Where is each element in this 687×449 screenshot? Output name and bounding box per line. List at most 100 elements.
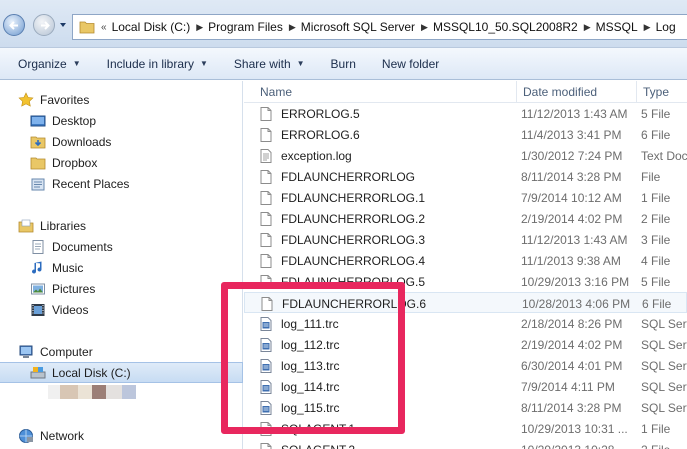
chevron-right-icon: ▶ — [288, 21, 296, 32]
forward-button[interactable] — [33, 14, 55, 36]
nav-computer[interactable]: Computer — [0, 341, 243, 362]
file-icon — [258, 442, 281, 449]
file-type-cell: 6 File — [641, 127, 671, 142]
new-folder-button[interactable]: New folder — [369, 48, 452, 79]
file-type-cell: 2 File — [641, 211, 671, 226]
nav-downloads[interactable]: Downloads — [0, 131, 243, 152]
file-type-cell: 2 File — [641, 439, 687, 449]
command-toolbar: Organize ▼ Include in library ▼ Share with… — [0, 48, 687, 80]
organize-button[interactable]: Organize ▼ — [0, 48, 94, 79]
breadcrumb-local-disk[interactable]: Local Disk (C:) ▶ — [112, 15, 209, 39]
file-icon — [258, 253, 281, 269]
file-date-cell: 2/19/2014 4:02 PM — [521, 211, 623, 226]
file-icon — [258, 190, 281, 206]
address-breadcrumb[interactable]: « Local Disk (C:) ▶ Program Files ▶ Micros… — [72, 14, 687, 40]
libraries-icon — [18, 219, 34, 232]
redacted-drives — [48, 385, 136, 399]
file-date-cell: 11/12/2013 1:43 AM — [521, 232, 628, 247]
file-row[interactable]: ERRORLOG.6 11/4/2013 3:41 PM 6 File — [244, 124, 687, 145]
nav-videos[interactable]: Videos — [0, 299, 243, 320]
file-row[interactable]: ERRORLOG.5 11/12/2013 1:43 AM 5 File — [244, 103, 687, 124]
nav-dropbox[interactable]: Dropbox — [0, 152, 243, 173]
file-type-cell: SQL Serv — [641, 358, 687, 373]
breadcrumb-instance[interactable]: MSSQL10_50.SQL2008R2 ▶ — [433, 15, 596, 39]
chevron-right-icon: ▶ — [583, 21, 591, 32]
share-with-button[interactable]: Share with ▼ — [221, 48, 318, 79]
nav-libraries[interactable]: Libraries — [0, 215, 243, 236]
dropdown-arrow-icon: ▼ — [72, 59, 81, 68]
file-name-cell: ERRORLOG.5 — [258, 103, 516, 124]
file-row[interactable]: SQLAGENT.2 10/29/2013 10:28 ...2 File — [244, 439, 687, 449]
chevron-right-icon: ▶ — [643, 21, 651, 32]
file-type-cell: SQL Serv — [641, 337, 687, 352]
text-doc-icon — [258, 148, 281, 164]
file-date-cell: 10/28/2013 4:06 PM — [522, 296, 631, 311]
downloads-folder-icon — [30, 136, 46, 148]
file-name-cell: FDLAUNCHERRORLOG.4 — [258, 250, 516, 271]
file-icon — [258, 169, 281, 185]
file-date-cell: 7/9/2014 10:12 AM — [521, 190, 622, 205]
include-in-library-button[interactable]: Include in library ▼ — [94, 48, 221, 79]
file-name-cell: FDLAUNCHERRORLOG.2 — [258, 208, 516, 229]
breadcrumb-log[interactable]: Log — [656, 15, 676, 39]
dropdown-arrow-icon: ▼ — [296, 59, 305, 68]
nav-recent-places[interactable]: Recent Places — [0, 173, 243, 194]
documents-icon — [32, 239, 44, 254]
file-date-cell: 11/1/2013 9:38 AM — [521, 253, 621, 268]
address-bar-area: « Local Disk (C:) ▶ Program Files ▶ Micros… — [0, 0, 687, 48]
back-button[interactable] — [3, 14, 25, 36]
dropdown-arrow-icon: ▼ — [200, 59, 208, 68]
file-row[interactable]: FDLAUNCHERRORLOG 8/11/2014 3:28 PM File — [244, 166, 687, 187]
chevron-right-icon: ▶ — [196, 21, 204, 32]
desktop-icon — [30, 115, 46, 126]
file-name-cell: FDLAUNCHERRORLOG — [258, 166, 516, 187]
recent-pages-dropdown-icon[interactable] — [58, 20, 68, 30]
file-date-cell: 1/30/2012 7:24 PM — [521, 148, 623, 163]
file-type-cell: 1 File — [641, 421, 671, 436]
file-type-cell: SQL Serv — [641, 400, 687, 415]
file-date-cell: 8/11/2014 3:28 PM — [521, 400, 622, 415]
breadcrumb-microsoft-sql-server[interactable]: Microsoft SQL Server ▶ — [301, 15, 433, 39]
nav-desktop[interactable]: Desktop — [0, 110, 243, 131]
file-date-cell: 2/18/2014 8:26 PM — [521, 316, 623, 331]
breadcrumb-mssql[interactable]: MSSQL ▶ — [596, 15, 656, 39]
folder-icon — [30, 157, 46, 169]
file-row[interactable]: FDLAUNCHERRORLOG.4 11/1/2013 9:38 AM 4 Fil… — [244, 250, 687, 271]
burn-button[interactable]: Burn — [318, 48, 369, 79]
nav-pictures[interactable]: Pictures — [0, 278, 243, 299]
chevron-right-icon: ▶ — [421, 21, 428, 32]
breadcrumb-overflow[interactable]: « — [95, 15, 112, 39]
file-name-cell: FDLAUNCHERRORLOG.1 — [258, 187, 516, 208]
file-row[interactable]: FDLAUNCHERRORLOG.3 11/12/2013 1:43 AM 3 Fi… — [244, 229, 687, 250]
file-row[interactable]: FDLAUNCHERRORLOG.1 7/9/2014 10:12 AM 1 Fil… — [244, 187, 687, 208]
highlight-annotation-box — [221, 282, 405, 434]
file-icon — [258, 106, 281, 122]
recent-places-icon — [31, 178, 45, 190]
file-date-cell: 8/11/2014 3:28 PM — [521, 169, 622, 184]
file-icon — [258, 232, 281, 248]
file-date-cell: 10/29/2013 3:16 PM — [521, 274, 630, 289]
file-date-cell: 2/19/2014 4:02 PM — [521, 337, 623, 352]
nav-music[interactable]: Music — [0, 257, 243, 278]
file-date-cell: 6/30/2014 4:01 PM — [521, 358, 623, 373]
breadcrumb-program-files[interactable]: Program Files ▶ — [208, 15, 301, 39]
nav-local-disk[interactable]: Local Disk (C:) — [0, 362, 243, 383]
network-icon — [19, 428, 33, 443]
file-icon — [258, 211, 281, 227]
back-arrow-icon — [9, 21, 18, 30]
column-type[interactable]: Type — [636, 81, 687, 103]
nav-documents[interactable]: Documents — [0, 236, 243, 257]
file-type-cell: 3 File — [641, 232, 671, 247]
column-date-modified[interactable]: Date modified — [516, 81, 636, 103]
file-type-cell: 4 File — [641, 253, 671, 268]
forward-arrow-icon — [41, 21, 50, 30]
column-name[interactable]: Name — [254, 81, 516, 103]
file-row[interactable]: exception.log 1/30/2012 7:24 PM Text Doc — [244, 145, 687, 166]
music-note-icon — [32, 261, 42, 274]
folder-icon — [79, 21, 95, 34]
file-icon — [258, 127, 281, 143]
file-row[interactable]: FDLAUNCHERRORLOG.2 2/19/2014 4:02 PM 2 Fil… — [244, 208, 687, 229]
file-name-cell: SQLAGENT.2 — [258, 439, 516, 449]
nav-network[interactable]: Network — [0, 425, 243, 446]
nav-favorites[interactable]: Favorites — [0, 89, 243, 110]
